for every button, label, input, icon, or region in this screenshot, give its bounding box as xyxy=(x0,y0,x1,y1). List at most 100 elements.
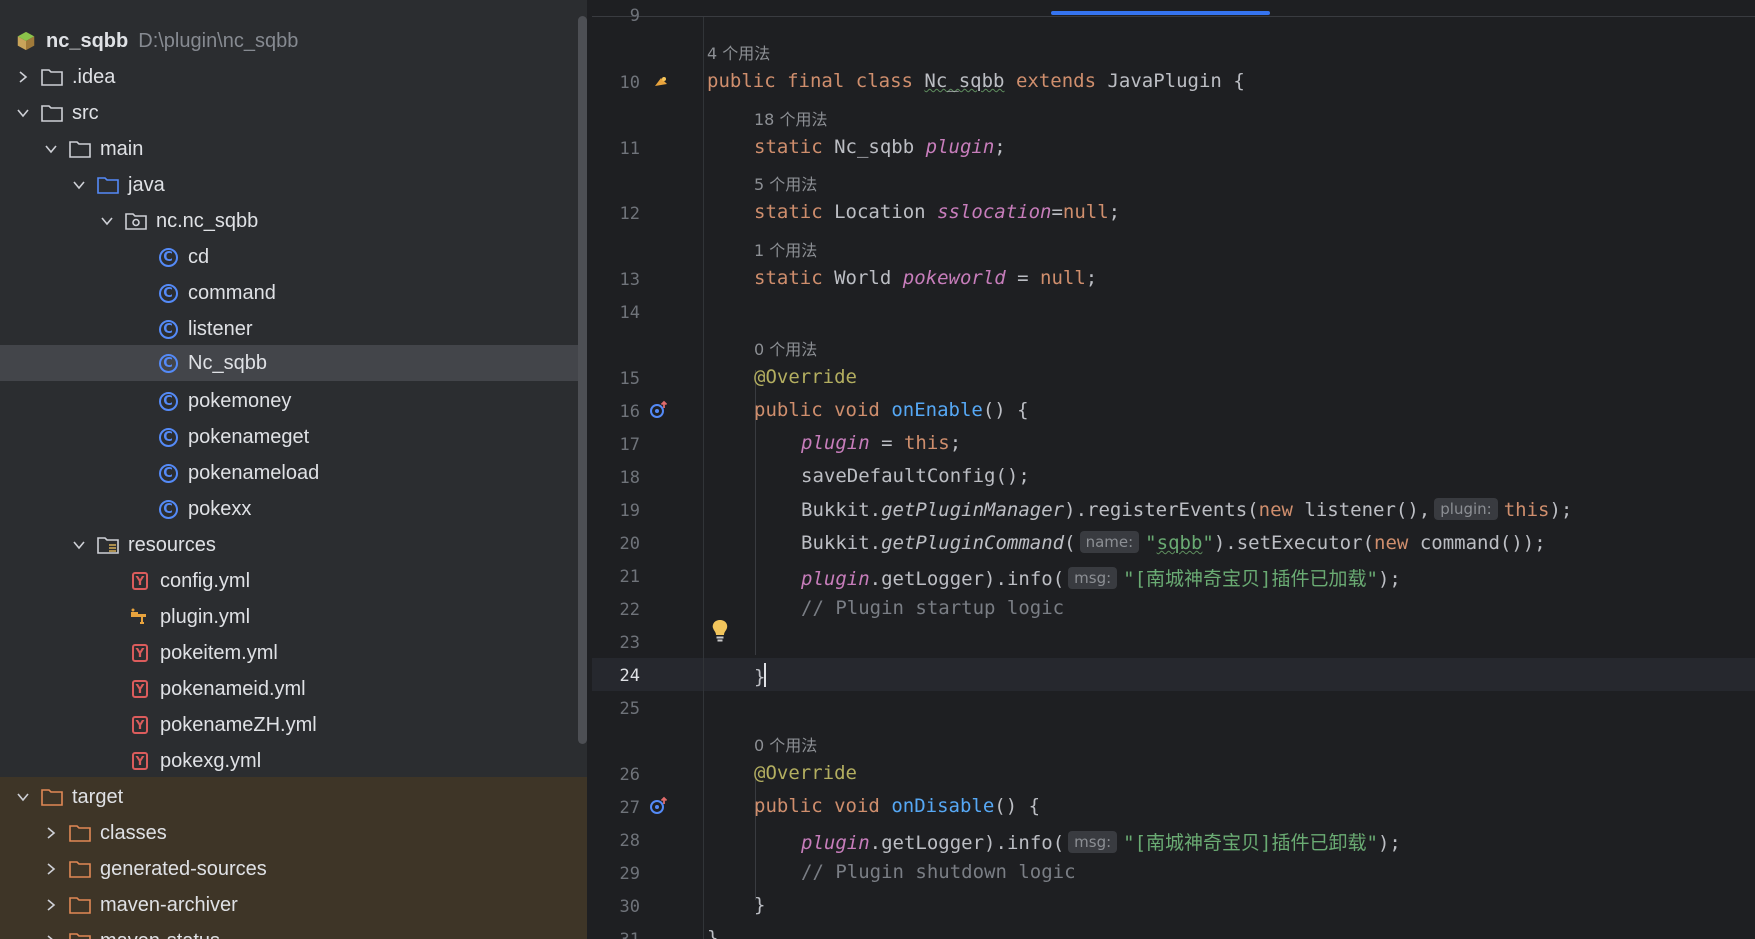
usage-count[interactable]: 5 个用法 xyxy=(754,171,817,195)
tree-item-label: java xyxy=(128,173,165,196)
line-number: 22 xyxy=(619,600,640,620)
tree-root-nc-sqbb[interactable]: nc_sqbb D:\plugin\nc_sqbb xyxy=(0,23,587,59)
tree-item-label: .idea xyxy=(72,65,116,88)
code-line-19[interactable]: Bukkit.getPluginManager).registerEvents(… xyxy=(801,498,1572,521)
tree-item-main[interactable]: main xyxy=(0,131,587,167)
usage-count[interactable]: 0 个用法 xyxy=(754,732,817,756)
tree-item-label: pokenameload xyxy=(188,461,320,484)
tree-item-label: src xyxy=(72,101,99,124)
tree-item-resources[interactable]: resources xyxy=(0,527,587,563)
tree-item-label: pokexg.yml xyxy=(160,749,262,772)
tree-item-src[interactable]: src xyxy=(0,95,587,131)
lightbulb-icon[interactable] xyxy=(709,618,731,644)
tree-item-class-listener[interactable]: C listener xyxy=(0,311,587,347)
line-number-current: 24 xyxy=(619,666,640,686)
chevron-down-icon[interactable] xyxy=(44,142,58,156)
tree-item-class-pokenameget[interactable]: C pokenameget xyxy=(0,419,587,455)
override-method-icon[interactable] xyxy=(649,400,669,420)
plugin-run-icon[interactable] xyxy=(651,72,671,92)
tree-item-label: config.yml xyxy=(160,569,251,592)
code-line-21[interactable]: plugin.getLogger).info(msg: "[南城神奇宝贝]插件已加… xyxy=(801,564,1401,591)
chevron-right-icon[interactable] xyxy=(44,826,58,840)
chevron-right-icon[interactable] xyxy=(44,862,58,876)
code-line-18[interactable]: saveDefaultConfig(); xyxy=(801,465,1030,487)
tree-item-pokexg-yml[interactable]: Y pokexg.yml xyxy=(0,743,587,779)
yaml-file-icon: Y xyxy=(128,714,152,736)
usage-count[interactable]: 4 个用法 xyxy=(707,40,770,64)
tree-item-generated-sources[interactable]: generated-sources xyxy=(0,851,587,887)
java-class-icon: C xyxy=(156,246,180,268)
code-line-27[interactable]: public void onDisable() { xyxy=(754,795,1040,817)
code-line-20[interactable]: Bukkit.getPluginCommand(name: "sqbb").set… xyxy=(801,531,1546,554)
tree-item-label: nc.nc_sqbb xyxy=(156,209,259,232)
code-line-22[interactable]: // Plugin startup logic xyxy=(801,597,1064,619)
tree-item-class-nc-sqbb[interactable]: C Nc_sqbb xyxy=(0,345,587,381)
chevron-right-icon[interactable] xyxy=(44,934,58,939)
tree-item-java[interactable]: java xyxy=(0,167,587,203)
gutter-separator xyxy=(703,17,704,939)
tree-item-target[interactable]: target xyxy=(0,779,587,815)
tree-item-plugin-yml[interactable]: plugin.yml xyxy=(0,599,587,635)
line-number: 21 xyxy=(619,567,640,587)
plugin-yaml-icon xyxy=(128,606,152,628)
editor-tab-border xyxy=(592,16,1755,17)
tree-item-config-yml[interactable]: Y config.yml xyxy=(0,563,587,599)
line-number: 16 xyxy=(619,402,640,422)
code-line-16[interactable]: public void onEnable() { xyxy=(754,399,1029,421)
code-line-26[interactable]: @Override xyxy=(754,762,857,784)
module-cube-icon xyxy=(14,30,38,52)
tree-item-maven-archiver[interactable]: maven-archiver xyxy=(0,887,587,923)
tree-item-label: generated-sources xyxy=(100,857,267,880)
code-line-29[interactable]: // Plugin shutdown logic xyxy=(801,861,1076,883)
chevron-down-icon[interactable] xyxy=(100,214,114,228)
tree-item-class-pokemoney[interactable]: C pokemoney xyxy=(0,383,587,419)
usage-count[interactable]: 1 个用法 xyxy=(754,237,817,261)
tree-item-label: classes xyxy=(100,821,167,844)
tree-item-idea[interactable]: .idea xyxy=(0,59,587,95)
tree-item-label: pokenameid.yml xyxy=(160,677,306,700)
tree-item-class-pokexx[interactable]: C pokexx xyxy=(0,491,587,527)
code-line-28[interactable]: plugin.getLogger).info(msg: "[南城神奇宝贝]插件已卸… xyxy=(801,828,1401,855)
tree-item-pokenameid-yml[interactable]: Y pokenameid.yml xyxy=(0,671,587,707)
code-line-31[interactable]: } xyxy=(707,927,718,939)
code-line-10[interactable]: public final class Nc_sqbb extends JavaP… xyxy=(707,70,1245,92)
code-line-11[interactable]: static Nc_sqbb plugin; xyxy=(754,136,1006,158)
tree-item-label: plugin.yml xyxy=(160,605,251,628)
chevron-right-icon[interactable] xyxy=(44,898,58,912)
tree-item-class-command[interactable]: C command xyxy=(0,275,587,311)
tree-item-pokeitem-yml[interactable]: Y pokeitem.yml xyxy=(0,635,587,671)
code-line-24[interactable]: } xyxy=(754,663,767,688)
usage-count[interactable]: 18 个用法 xyxy=(754,106,827,130)
code-line-17[interactable]: plugin = this; xyxy=(801,432,961,454)
code-line-13[interactable]: static World pokeworld = null; xyxy=(754,267,1097,289)
tree-item-label: main xyxy=(100,137,144,160)
tree-item-pokenamezh-yml[interactable]: Y pokenameZH.yml xyxy=(0,707,587,743)
usage-count[interactable]: 0 个用法 xyxy=(754,336,817,360)
code-line-12[interactable]: static Location sslocation=null; xyxy=(754,201,1120,223)
tree-item-class-cd[interactable]: C cd xyxy=(0,239,587,275)
chevron-down-icon[interactable] xyxy=(16,790,30,804)
chevron-down-icon[interactable] xyxy=(16,106,30,120)
line-number: 30 xyxy=(619,897,640,917)
override-method-icon[interactable] xyxy=(649,796,669,816)
tree-item-classes[interactable]: classes xyxy=(0,815,587,851)
tree-scrollbar[interactable] xyxy=(578,16,587,744)
line-number: 27 xyxy=(619,798,640,818)
chevron-down-icon[interactable] xyxy=(72,538,86,552)
tree-item-label: Nc_sqbb xyxy=(188,351,267,374)
line-number: 11 xyxy=(619,139,640,159)
line-number: 26 xyxy=(619,765,640,785)
tree-item-maven-status[interactable]: maven-status xyxy=(0,923,587,939)
code-line-30[interactable]: } xyxy=(754,894,765,916)
line-number: 20 xyxy=(619,534,640,554)
code-line-15[interactable]: @Override xyxy=(754,366,857,388)
chevron-right-icon[interactable] xyxy=(16,70,30,84)
tree-item-package[interactable]: nc.nc_sqbb xyxy=(0,203,587,239)
code-editor[interactable]: 9 10 11 12 13 14 15 16 17 18 19 20 21 22… xyxy=(592,0,1755,939)
text-caret xyxy=(764,663,767,687)
java-class-icon: C xyxy=(156,282,180,304)
line-number: 28 xyxy=(619,831,640,851)
chevron-down-icon[interactable] xyxy=(72,178,86,192)
excluded-folder-icon xyxy=(68,822,92,844)
tree-item-class-pokenameload[interactable]: C pokenameload xyxy=(0,455,587,491)
